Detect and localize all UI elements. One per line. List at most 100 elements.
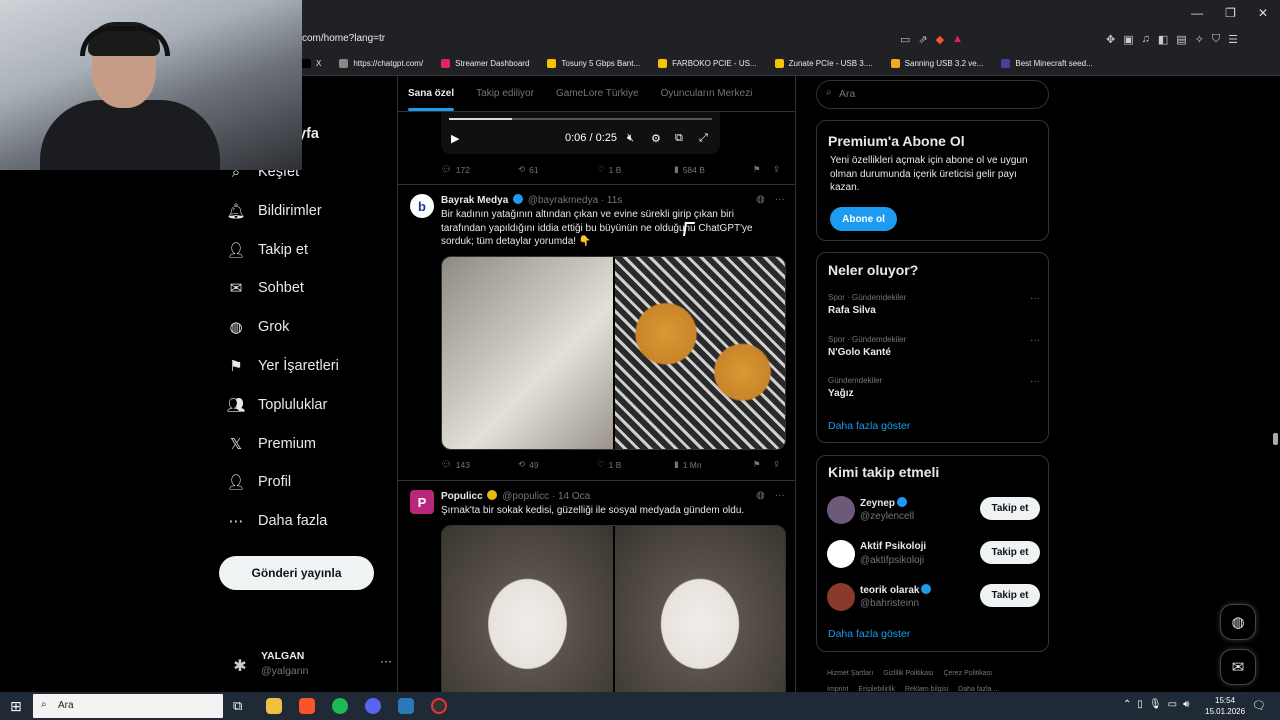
- search-input[interactable]: ⌕ Ara: [816, 80, 1049, 109]
- video-progress-bar[interactable]: [449, 118, 712, 120]
- feed-tab[interactable]: GameLore Türkiye: [556, 88, 639, 99]
- trend-more-icon[interactable]: ···: [1030, 376, 1040, 387]
- tweet-image-bread[interactable]: [614, 257, 785, 449]
- suggestion-name[interactable]: Aktif Psikoloji: [860, 541, 926, 552]
- bookmark-item[interactable]: Streamer Dashboard: [441, 59, 529, 68]
- trend-item[interactable]: Gündemdekiler Yağız ···: [828, 376, 1040, 399]
- close-icon[interactable]: ✕: [1258, 6, 1268, 20]
- tray-device-icon[interactable]: ▯: [1137, 699, 1143, 710]
- avatar[interactable]: [827, 539, 855, 568]
- video-player[interactable]: ▶ 0:06 / 0:25 🔇︎ ⚙ ⧉ ⤢: [441, 112, 720, 154]
- bookmark-item[interactable]: FARBOKO PCIE - US...: [658, 59, 757, 68]
- sidebar-item-7[interactable]: 𝕏 Premium: [228, 436, 316, 453]
- trend-more-icon[interactable]: ···: [1030, 293, 1040, 304]
- file-explorer-icon[interactable]: [266, 698, 282, 714]
- footer-link[interactable]: Hizmet Şartları: [827, 670, 873, 677]
- sidebar-item-8[interactable]: 👤︎ Profil: [226, 474, 291, 491]
- tweet-media[interactable]: [441, 525, 786, 692]
- restore-icon[interactable]: ❐: [1225, 6, 1236, 20]
- feed-tab[interactable]: Takip ediliyor: [476, 88, 534, 99]
- sidebar-item-1[interactable]: 🔔︎ Bildirimler: [226, 203, 321, 220]
- avatar[interactable]: [827, 496, 855, 524]
- tweet-author-name[interactable]: Populicc: [441, 491, 483, 502]
- grok-float-button[interactable]: ◍: [1220, 604, 1256, 640]
- tweet-media[interactable]: [441, 256, 786, 450]
- sidebar-item-3[interactable]: ✉ Sohbet: [228, 280, 304, 297]
- bookmark-item[interactable]: Sanning USB 3.2 ve...: [890, 59, 983, 68]
- pip-icon[interactable]: ⧉: [675, 132, 683, 145]
- share-icon[interactable]: ⇪: [773, 164, 780, 175]
- tweet-avatar[interactable]: P: [410, 490, 434, 514]
- tweet-handle[interactable]: @populicc: [502, 491, 549, 502]
- app-icon[interactable]: [398, 698, 414, 714]
- tweet-author-name[interactable]: Bayrak Medya: [441, 195, 508, 206]
- tweet-time[interactable]: 14 Oca: [558, 491, 590, 502]
- account-switcher[interactable]: ✱ YALGAN @yalgann ···: [228, 648, 398, 688]
- subscribe-button[interactable]: Abone ol: [830, 207, 897, 231]
- sidebar-toggle-icon[interactable]: ▣: [1123, 33, 1133, 46]
- follow-button[interactable]: Takip et: [980, 540, 1040, 564]
- follow-suggestion[interactable]: Zeynep @zeylencell Takip et: [827, 494, 1041, 528]
- footer-link[interactable]: Çerez Politikası: [943, 670, 992, 677]
- brave-browser-icon[interactable]: [299, 698, 315, 714]
- grok-icon[interactable]: ◍: [756, 490, 765, 501]
- wallet-icon[interactable]: ▤: [1176, 33, 1186, 46]
- tweet-image-cat[interactable]: [614, 526, 785, 692]
- feed-tab[interactable]: Oyuncuların Merkezi: [661, 88, 753, 99]
- media-icon[interactable]: ♫: [1142, 33, 1150, 46]
- trends-show-more[interactable]: Daha fazla göster: [828, 420, 910, 432]
- page-scrollbar[interactable]: [1272, 76, 1280, 692]
- play-icon[interactable]: ▶: [451, 132, 459, 145]
- notification-icon[interactable]: 🗨︎: [1252, 699, 1266, 712]
- reply-button[interactable]: 💬︎ 172: [441, 164, 470, 175]
- views-button[interactable]: ▮ 584 B: [674, 164, 705, 175]
- task-view-icon[interactable]: ⧉: [233, 698, 242, 714]
- sidebar-item-4[interactable]: ◍ Grok: [228, 319, 289, 336]
- sidebar-item-5[interactable]: ⚑ Yer İşaretleri: [228, 358, 339, 375]
- tweet-more-icon[interactable]: ···: [775, 490, 785, 501]
- address-bar[interactable]: com/home?lang=tr: [300, 30, 990, 50]
- brave-rewards-icon[interactable]: ▲: [952, 33, 963, 46]
- tray-chevron-icon[interactable]: ⌃: [1123, 699, 1131, 710]
- trend-item[interactable]: Spor · Gündemdekiler N'Golo Kanté ···: [828, 335, 1040, 358]
- bookmark-item[interactable]: https://chatgpt.com/: [339, 59, 423, 68]
- ai-icon[interactable]: ✧: [1195, 33, 1204, 46]
- grok-icon[interactable]: ◍: [756, 194, 765, 205]
- install-icon[interactable]: ▭: [900, 33, 910, 46]
- tweet-handle[interactable]: @bayrakmedya: [528, 195, 598, 206]
- bookmark-item[interactable]: Zunate PCIe - USB 3....: [774, 59, 873, 68]
- bookmark-icon[interactable]: ⚑: [753, 459, 761, 470]
- feed-tab[interactable]: Sana özel: [408, 88, 455, 111]
- fullscreen-icon[interactable]: ⤢: [699, 132, 708, 145]
- follow-button[interactable]: Takip et: [980, 584, 1040, 607]
- minimize-icon[interactable]: —: [1191, 6, 1203, 20]
- panel-icon[interactable]: ◧: [1158, 33, 1168, 46]
- settings-icon[interactable]: ⚙: [651, 132, 661, 145]
- follow-suggestion[interactable]: Aktif Psikoloji @aktifpsikoloji Takip et: [827, 538, 1041, 572]
- discord-icon[interactable]: [365, 698, 381, 714]
- tweet-avatar[interactable]: b: [410, 194, 434, 218]
- repost-button[interactable]: ⟲ 49: [518, 459, 539, 470]
- tweet-time[interactable]: 11s: [607, 195, 622, 206]
- like-button[interactable]: ♡ 1 B: [597, 459, 621, 470]
- views-button[interactable]: ▮ 1 Mn: [674, 459, 702, 470]
- mic-icon[interactable]: 🎙︎: [1149, 699, 1162, 710]
- taskbar-clock[interactable]: 15:54 15.01.2026: [1205, 695, 1245, 717]
- network-icon[interactable]: ▭: [1168, 699, 1177, 710]
- spotify-icon[interactable]: [332, 698, 348, 714]
- sidebar-item-9[interactable]: ⋯ Daha fazla: [228, 513, 328, 530]
- volume-icon[interactable]: 🔊︎: [1183, 699, 1189, 710]
- repost-button[interactable]: ⟲ 61: [518, 164, 539, 175]
- trend-item[interactable]: Spor · Gündemdekiler Rafa Silva ···: [828, 293, 1040, 316]
- sidebar-item-2[interactable]: 👤︎ Takip et: [226, 242, 308, 259]
- mute-icon[interactable]: 🔇︎: [627, 132, 634, 145]
- bookmark-item[interactable]: X: [302, 59, 321, 68]
- obs-icon[interactable]: [431, 698, 447, 714]
- share-icon[interactable]: ⇪: [773, 459, 780, 470]
- brave-shield-icon[interactable]: ◆: [936, 33, 944, 46]
- extensions-icon[interactable]: ✥: [1106, 33, 1115, 46]
- share-icon[interactable]: ⇗: [918, 33, 927, 46]
- follow-button[interactable]: Takip et: [980, 497, 1040, 520]
- avatar[interactable]: [827, 583, 855, 611]
- messages-float-button[interactable]: ✉: [1220, 649, 1256, 685]
